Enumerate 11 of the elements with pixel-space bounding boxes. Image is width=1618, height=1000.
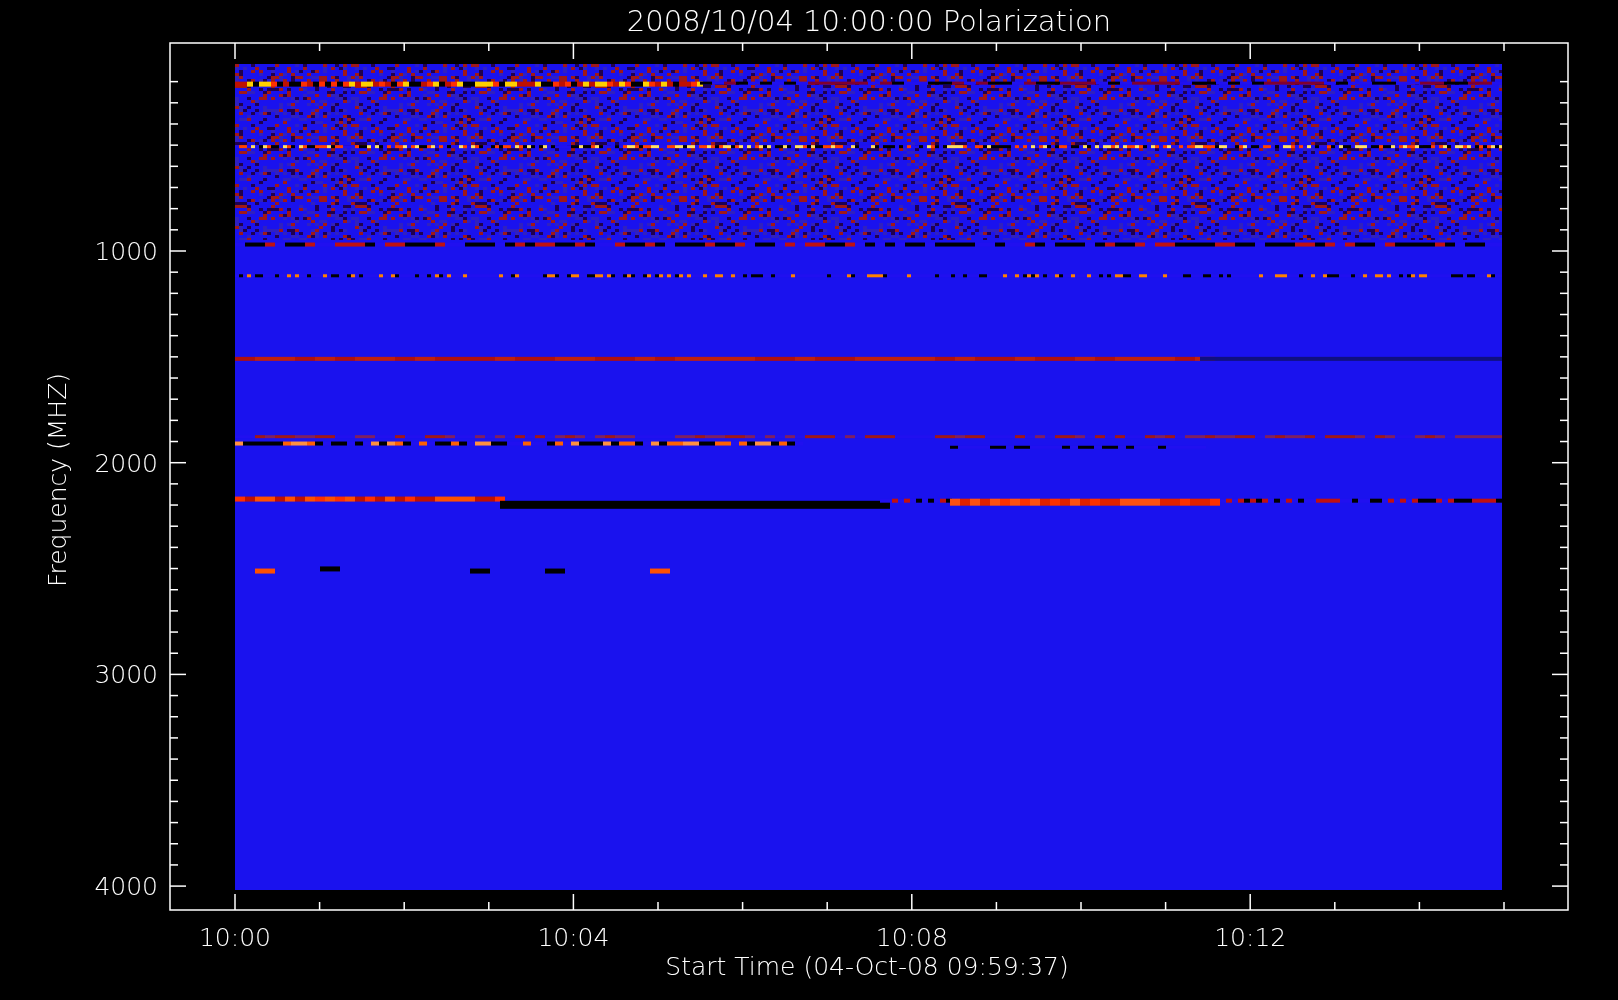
plot-title: 2008/10/04 10:00:00 Polarization (626, 4, 1112, 38)
x-tick-label: 10:08 (875, 923, 948, 952)
y-tick-label: 3000 (94, 660, 158, 690)
x-axis-label: Start Time (04-Oct-08 09:59:37) (665, 952, 1069, 981)
x-tick-label: 10:04 (537, 923, 610, 952)
x-tick-label: 10:12 (1214, 923, 1287, 952)
x-tick-label: 10:00 (199, 923, 271, 952)
y-axis-label: Frequency (MHZ) (43, 372, 72, 588)
y-tick-label: 1000 (94, 237, 158, 266)
y-tick-label: 2000 (94, 448, 158, 478)
y-tick-label: 4000 (94, 872, 158, 902)
